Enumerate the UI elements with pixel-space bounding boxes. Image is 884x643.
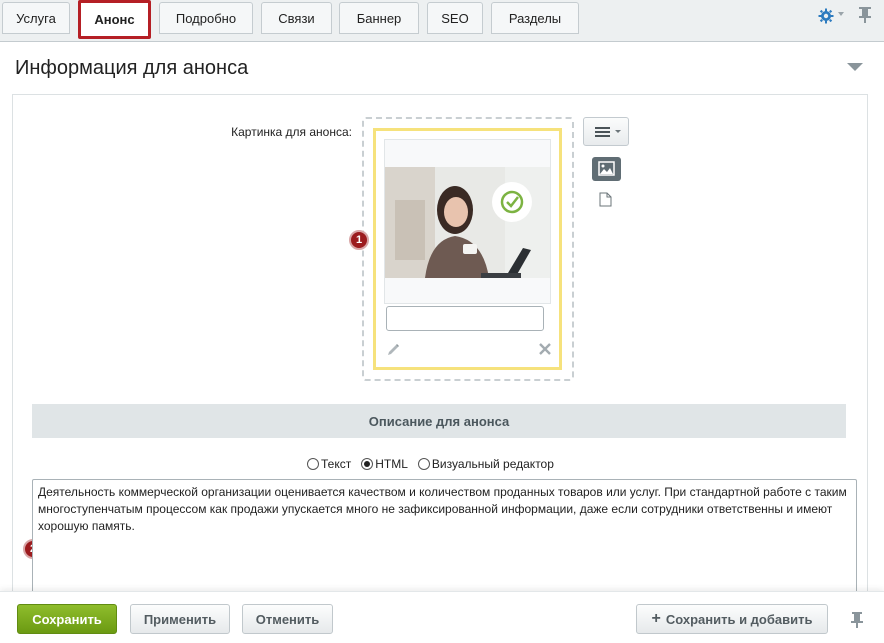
tab-links[interactable]: Связи	[261, 2, 332, 34]
cancel-button[interactable]: Отменить	[242, 604, 333, 634]
tab-label: Баннер	[356, 10, 402, 26]
tab-label: Связи	[278, 10, 315, 26]
image-mode-button[interactable]	[592, 157, 621, 181]
mode-visual-label: Визуальный редактор	[431, 457, 554, 471]
tab-announcement[interactable]: Анонс	[78, 0, 151, 39]
plus-icon: +	[651, 610, 661, 627]
pin-icon[interactable]	[851, 611, 863, 629]
editor-mode-radios: Текст HTML Визуальный редактор	[307, 456, 564, 472]
picture-description-input[interactable]	[386, 306, 544, 331]
gear-icon[interactable]	[818, 8, 834, 24]
file-icon[interactable]	[599, 192, 612, 207]
tab-label: SEO	[441, 10, 469, 26]
tabs-bar: Услуга Анонс Подробно Связи Баннер SEO Р…	[0, 0, 884, 42]
tab-label: Разделы	[508, 10, 562, 26]
section-title: Информация для анонса	[15, 57, 249, 79]
tab-label: Услуга	[16, 10, 56, 26]
save-button[interactable]: Сохранить	[17, 604, 117, 634]
description-textarea[interactable]: Деятельность коммерческой организации оц…	[32, 479, 857, 609]
mode-html-radio[interactable]	[361, 458, 374, 470]
picture-label: Картинка для анонса:	[231, 125, 352, 139]
picture-preview[interactable]	[384, 139, 551, 304]
save-and-add-button[interactable]: + Сохранить и добавить	[636, 604, 828, 634]
tab-sections[interactable]: Разделы	[491, 2, 579, 34]
tab-seo[interactable]: SEO	[427, 2, 483, 34]
mode-text-radio[interactable]	[307, 458, 319, 470]
mode-visual-option[interactable]: Визуальный редактор	[417, 457, 554, 471]
description-header: Описание для анонса	[32, 404, 846, 438]
mode-text-option[interactable]: Текст	[307, 457, 351, 471]
hamburger-icon	[595, 127, 621, 137]
picture-menu-button[interactable]	[583, 117, 629, 146]
tab-label: Анонс	[94, 12, 135, 27]
save-and-add-label: Сохранить и добавить	[665, 611, 813, 627]
mode-html-option[interactable]: HTML	[361, 457, 408, 471]
image-icon	[598, 161, 615, 176]
mode-visual-radio[interactable]	[417, 458, 430, 470]
close-icon[interactable]	[539, 343, 551, 355]
pencil-icon[interactable]	[387, 343, 400, 356]
pin-icon[interactable]	[858, 6, 872, 24]
triangle-down-icon[interactable]	[847, 63, 863, 71]
mode-text-label: Текст	[321, 457, 352, 471]
mode-html-label: HTML	[375, 457, 408, 471]
tab-service[interactable]: Услуга	[2, 2, 70, 34]
preview-image	[385, 140, 550, 303]
chevron-down-icon[interactable]	[838, 12, 844, 16]
tab-label: Подробно	[175, 10, 237, 26]
apply-button[interactable]: Применить	[130, 604, 230, 634]
marker-1: 1	[349, 230, 369, 250]
tab-banner[interactable]: Баннер	[339, 2, 419, 34]
tab-details[interactable]: Подробно	[159, 2, 253, 34]
